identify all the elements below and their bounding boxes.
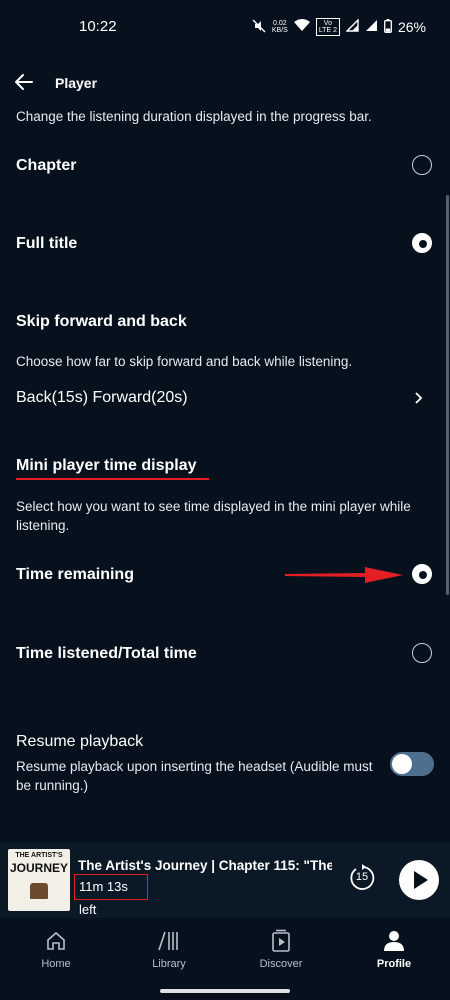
mini-display-title: Mini player time display — [16, 457, 197, 474]
skip-value[interactable]: Back(15s) Forward(20s) — [16, 389, 188, 407]
nav-profile[interactable]: Profile — [349, 928, 439, 970]
mini-display-description: Select how you want to see time displaye… — [16, 499, 411, 533]
toggle-knob — [392, 754, 412, 774]
status-icons: 0.02 KB/S Vo LTE 2 26% — [252, 18, 426, 36]
cover-line2: JOURNEY — [9, 861, 68, 875]
gesture-home-bar[interactable] — [160, 989, 290, 993]
cover-line1: THE ARTIST'S — [15, 852, 63, 859]
option-time-remaining-radio[interactable] — [412, 564, 432, 584]
book-cover[interactable]: THE ARTIST'S JOURNEY — [8, 849, 70, 911]
page-title: Player — [55, 75, 98, 91]
option-full-title-label[interactable]: Full title — [16, 235, 77, 253]
resume-title: Resume playback — [16, 733, 144, 750]
nav-home-label: Home — [41, 958, 71, 970]
mute-icon — [252, 19, 266, 36]
annotation-arrow — [285, 565, 405, 590]
status-time: 10:22 — [79, 18, 117, 35]
nav-home[interactable]: Home — [11, 928, 101, 970]
nav-discover-label: Discover — [259, 958, 303, 970]
home-icon — [11, 928, 101, 954]
chevron-right-icon[interactable] — [412, 390, 424, 411]
option-time-remaining-label[interactable]: Time remaining — [16, 566, 134, 584]
library-icon — [124, 928, 214, 954]
skip-seconds: 15 — [355, 871, 369, 883]
wifi-icon — [293, 19, 310, 35]
mini-player-title[interactable]: The Artist's Journey | Chapter 115: "The… — [78, 858, 332, 873]
skip-back-15-icon[interactable]: 15 — [347, 863, 377, 893]
option-full-title-radio[interactable] — [412, 233, 432, 253]
play-button[interactable] — [399, 860, 439, 900]
network-speed: 0.02 KB/S — [271, 20, 288, 34]
battery-percent: 26% — [397, 19, 426, 35]
signal-icon — [345, 18, 359, 35]
skip-section-description: Choose how far to skip forward and back … — [16, 354, 353, 369]
profile-icon — [349, 928, 439, 954]
option-time-listened-label[interactable]: Time listened/Total time — [16, 645, 197, 663]
nav-profile-label: Profile — [376, 958, 412, 970]
skip-section-title: Skip forward and back — [16, 313, 187, 330]
play-icon — [414, 871, 428, 889]
scrollbar[interactable] — [446, 195, 449, 595]
cover-art — [30, 883, 48, 899]
discover-icon — [236, 928, 326, 954]
nav-discover[interactable]: Discover — [236, 928, 326, 970]
nav-library[interactable]: Library — [124, 928, 214, 970]
resume-description: Resume playback upon inserting the heads… — [16, 759, 373, 793]
signal-icon-2 — [365, 19, 378, 35]
resume-toggle[interactable] — [390, 752, 434, 776]
progress-description: Change the listening duration displayed … — [16, 109, 372, 124]
back-arrow-icon[interactable] — [12, 70, 36, 94]
option-chapter-label[interactable]: Chapter — [16, 157, 76, 175]
annotation-underline — [16, 478, 209, 480]
option-chapter-radio[interactable] — [412, 155, 432, 175]
battery-icon — [384, 18, 392, 36]
option-time-listened-radio[interactable] — [412, 643, 432, 663]
nav-library-label: Library — [152, 958, 186, 970]
mini-player-time-left: 11m 13s left — [74, 874, 148, 917]
volte-badge: Vo LTE 2 — [315, 18, 340, 36]
